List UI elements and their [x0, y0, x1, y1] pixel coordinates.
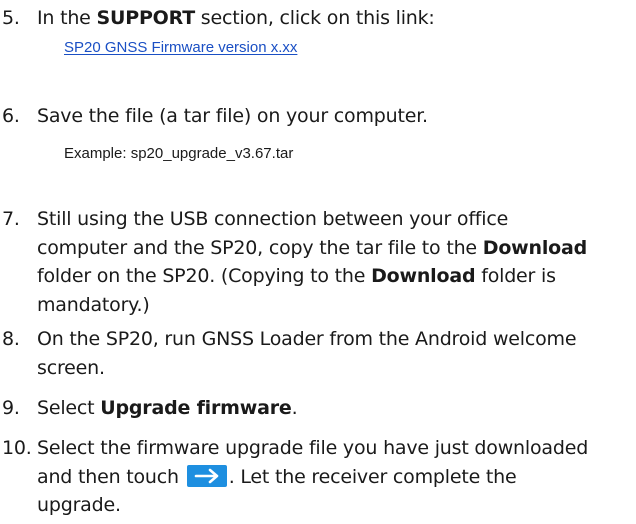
step-number: 7.: [2, 208, 20, 230]
bold-term: Upgrade firmware: [100, 397, 292, 419]
document-page: 5. In the SUPPORT section, click on this…: [0, 0, 636, 524]
step-text: In the SUPPORT section, click on this li…: [37, 7, 435, 29]
bold-term: SUPPORT: [96, 7, 196, 29]
step-number: 5.: [2, 7, 20, 29]
example-filename: Example: sp20_upgrade_v3.67.tar: [64, 145, 294, 162]
step-text: Still using the USB connection between y…: [37, 208, 588, 316]
step-number: 9.: [2, 397, 20, 419]
step-number: 10.: [2, 437, 32, 459]
bold-term: Download: [371, 265, 476, 287]
bold-term: Download: [482, 236, 588, 259]
step-text: Save the file (a tar file) on your compu…: [37, 105, 428, 127]
step-number: 6.: [2, 105, 20, 127]
step-text: Select Upgrade firmware.: [37, 397, 298, 419]
arrow-right-icon[interactable]: [186, 464, 227, 487]
step-number: 8.: [2, 328, 20, 350]
step-text: On the SP20, run GNSS Loader from the An…: [37, 328, 577, 379]
step-text: Select the firmware upgrade file you hav…: [37, 437, 589, 516]
firmware-link-row: SP20 GNSS Firmware version x.xx: [64, 38, 297, 58]
firmware-download-link[interactable]: SP20 GNSS Firmware version x.xx: [64, 39, 297, 56]
